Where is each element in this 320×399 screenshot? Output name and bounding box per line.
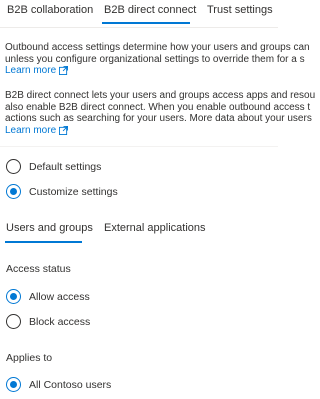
description-text: B2B direct connect lets your users and g… — [5, 90, 316, 137]
radio-button[interactable] — [6, 159, 21, 174]
radio-default-settings[interactable]: Default settings — [6, 159, 101, 174]
tab-trust-settings[interactable]: Trust settings — [207, 4, 273, 16]
radio-button[interactable] — [6, 314, 21, 329]
settings-tabs: B2B collaboration B2B direct connect Tru… — [0, 0, 278, 28]
radio-label: All Contoso users — [29, 378, 112, 391]
radio-label: Allow access — [29, 290, 90, 303]
learn-more-label: Learn more — [5, 65, 57, 76]
radio-button[interactable] — [6, 377, 21, 392]
intro-line: Outbound access settings determine how y… — [5, 42, 310, 53]
subtabs: Users and groups External applications — [0, 218, 278, 246]
tab-b2b-collaboration[interactable]: B2B collaboration — [7, 4, 93, 16]
tab-b2b-direct-connect[interactable]: B2B direct connect — [104, 4, 196, 16]
active-tab-indicator — [102, 22, 190, 24]
tab-external-applications[interactable]: External applications — [104, 222, 206, 234]
learn-more-label: Learn more — [5, 124, 57, 136]
description-line: also enable B2B direct connect. When you… — [5, 101, 311, 113]
active-subtab-indicator — [5, 241, 82, 243]
external-link-icon — [59, 125, 69, 135]
radio-label: Default settings — [29, 160, 102, 173]
radio-all-contoso-users[interactable]: All Contoso users — [6, 377, 111, 392]
radio-block-access[interactable]: Block access — [6, 314, 90, 329]
radio-customize-settings[interactable]: Customize settings — [6, 184, 118, 199]
description-line: actions such as searching for your users… — [5, 113, 312, 124]
description-line: B2B direct connect lets your users and g… — [5, 90, 316, 101]
intro-text: Outbound access settings determine how y… — [5, 42, 310, 77]
intro-line: unless you configure organizational sett… — [5, 53, 305, 65]
access-status-label: Access status — [6, 263, 71, 275]
radio-button[interactable] — [6, 289, 21, 304]
learn-more-link[interactable]: Learn more — [5, 124, 69, 137]
tab-users-and-groups[interactable]: Users and groups — [6, 222, 93, 234]
radio-allow-access[interactable]: Allow access — [6, 289, 90, 304]
section-divider — [0, 146, 278, 147]
radio-button[interactable] — [6, 184, 21, 199]
applies-to-label: Applies to — [6, 352, 53, 364]
radio-label: Customize settings — [29, 185, 118, 198]
external-link-icon — [59, 66, 69, 76]
learn-more-link[interactable]: Learn more — [5, 65, 69, 77]
radio-label: Block access — [29, 315, 91, 328]
